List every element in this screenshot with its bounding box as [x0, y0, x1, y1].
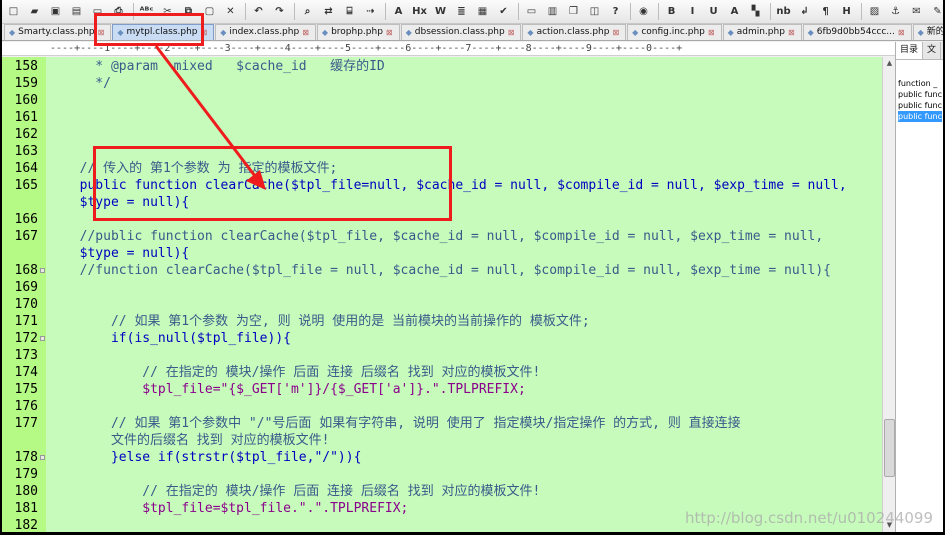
watermark: http://blog.csdn.net/u010244099 [684, 509, 933, 527]
annotation-arrow [154, 45, 266, 190]
